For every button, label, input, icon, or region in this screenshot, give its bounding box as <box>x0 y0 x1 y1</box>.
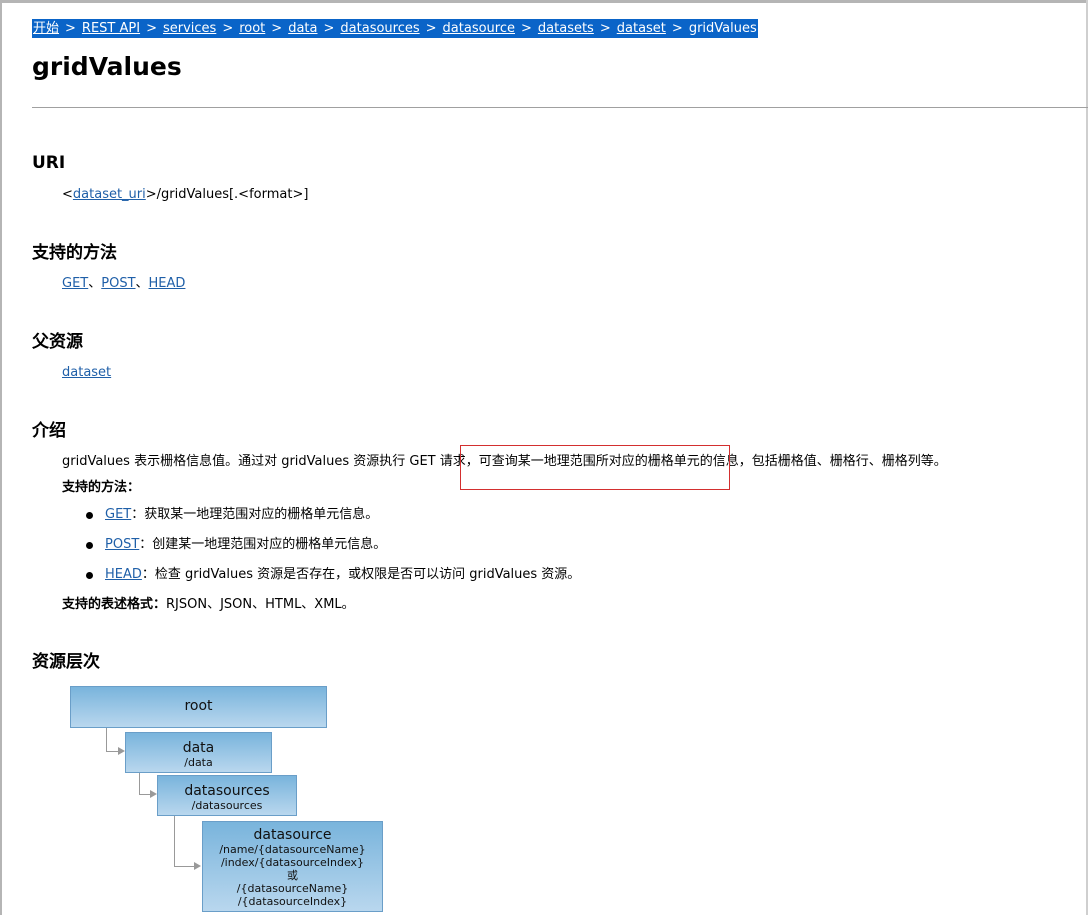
highlight-annotation-box <box>460 445 730 490</box>
connector-arrow-icon <box>150 790 157 798</box>
breadcrumb-link-datasources[interactable]: datasources <box>340 21 419 36</box>
node-name: datasource <box>253 827 332 843</box>
node-name: root <box>184 698 213 714</box>
breadcrumb-separator: > <box>271 21 283 36</box>
breadcrumb-separator: > <box>65 21 76 36</box>
uri-heading: URI <box>32 153 66 173</box>
intro-text-before: gridValues 表示栅格信息值。通过对 gridValues 资源执行 G… <box>62 454 479 469</box>
node-path: /data <box>184 756 213 769</box>
page-title: gridValues <box>32 52 182 81</box>
breadcrumb-separator: > <box>323 21 335 36</box>
uri-suffix: >/gridValues[.<format>] <box>145 187 309 202</box>
node-path: /datasources <box>191 799 263 812</box>
uri-line: <dataset_uri>/gridValues[.<format>] <box>62 186 308 204</box>
method-post-link[interactable]: POST <box>101 276 135 291</box>
formats-value: RJSON、JSON、HTML、XML。 <box>166 597 355 612</box>
hierarchy-connector <box>174 866 195 867</box>
formats-label: 支持的表述格式： <box>62 597 167 612</box>
intro-heading: 介绍 <box>32 421 66 441</box>
hierarchy-node-datasource[interactable]: datasource /name/{datasourceName} /index… <box>202 821 383 912</box>
intro-text-after: ，包括栅格值、栅格行、栅格列等。 <box>738 454 947 469</box>
hierarchy-node-data[interactable]: data /data <box>125 732 272 773</box>
uri-prefix: < <box>62 187 73 202</box>
dataset-uri-link[interactable]: dataset_uri <box>73 187 146 202</box>
intro-method-item-head: HEAD：检查 gridValues 资源是否存在，或权限是否可以访问 grid… <box>105 566 580 584</box>
breadcrumb-separator: > <box>671 21 683 36</box>
parent-heading: 父资源 <box>32 332 83 352</box>
methods-heading: 支持的方法 <box>32 243 117 263</box>
intro-post-desc: ：创建某一地理范围对应的栅格单元信息。 <box>139 537 387 552</box>
intro-method-item-get: GET：获取某一地理范围对应的栅格单元信息。 <box>105 506 378 524</box>
bullet-icon <box>86 572 93 579</box>
intro-method-item-post: POST：创建某一地理范围对应的栅格单元信息。 <box>105 536 386 554</box>
breadcrumb-link-data[interactable]: data <box>288 21 317 36</box>
parent-dataset-link[interactable]: dataset <box>62 365 111 380</box>
window-frame-left <box>0 0 2 915</box>
methods-separator: 、 <box>88 276 102 291</box>
node-path: /name/{datasourceName} <box>219 843 366 856</box>
intro-head-desc: ：检查 gridValues 资源是否存在，或权限是否可以访问 gridValu… <box>141 567 581 582</box>
breadcrumb-current: gridValues <box>688 21 757 36</box>
bullet-icon <box>86 512 93 519</box>
parent-line: dataset <box>62 364 111 382</box>
breadcrumb-link-start[interactable]: 开始 <box>33 21 59 36</box>
method-get-link[interactable]: GET <box>62 276 88 291</box>
intro-post-link[interactable]: POST <box>105 537 139 552</box>
breadcrumb-link-datasource[interactable]: datasource <box>443 21 515 36</box>
method-head-link[interactable]: HEAD <box>149 276 186 291</box>
bullet-icon <box>86 542 93 549</box>
hierarchy-connector <box>174 816 175 866</box>
breadcrumb-link-rest-api[interactable]: REST API <box>82 21 140 36</box>
hierarchy-heading: 资源层次 <box>32 652 100 672</box>
breadcrumb-separator: > <box>521 21 532 36</box>
breadcrumb-link-root[interactable]: root <box>239 21 265 36</box>
node-path: /{datasourceName} <box>236 882 349 895</box>
connector-arrow-icon <box>194 862 201 870</box>
breadcrumb-separator: > <box>599 21 611 36</box>
intro-formats: 支持的表述格式：RJSON、JSON、HTML、XML。 <box>62 596 355 614</box>
hierarchy-node-datasources[interactable]: datasources /datasources <box>157 775 297 816</box>
node-path: /{datasourceIndex} <box>237 895 348 908</box>
intro-methods-label: 支持的方法： <box>62 480 141 495</box>
intro-head-link[interactable]: HEAD <box>105 567 142 582</box>
breadcrumb-separator: > <box>146 21 157 36</box>
breadcrumb-link-services[interactable]: services <box>163 21 216 36</box>
window-frame-top <box>0 0 1088 3</box>
breadcrumb: 开始 > REST API > services > root > data > datasourc… <box>32 19 758 38</box>
hierarchy-node-root[interactable]: root <box>70 686 327 728</box>
connector-arrow-icon <box>118 747 125 755</box>
methods-line: GET、POST、HEAD <box>62 275 185 293</box>
methods-separator: 、 <box>135 276 149 291</box>
title-divider <box>32 107 1088 108</box>
node-name: datasources <box>184 783 270 799</box>
breadcrumb-separator: > <box>222 21 234 36</box>
hierarchy-connector <box>139 773 140 794</box>
breadcrumb-link-datasets[interactable]: datasets <box>538 21 594 36</box>
intro-get-link[interactable]: GET <box>105 507 131 522</box>
node-name: data <box>182 740 215 756</box>
breadcrumb-link-dataset[interactable]: dataset <box>617 21 666 36</box>
breadcrumb-separator: > <box>425 21 437 36</box>
node-path-or: 或 <box>287 869 298 882</box>
node-path: /index/{datasourceIndex} <box>220 856 365 869</box>
intro-get-desc: ：获取某一地理范围对应的栅格单元信息。 <box>131 507 379 522</box>
hierarchy-connector <box>106 728 107 752</box>
